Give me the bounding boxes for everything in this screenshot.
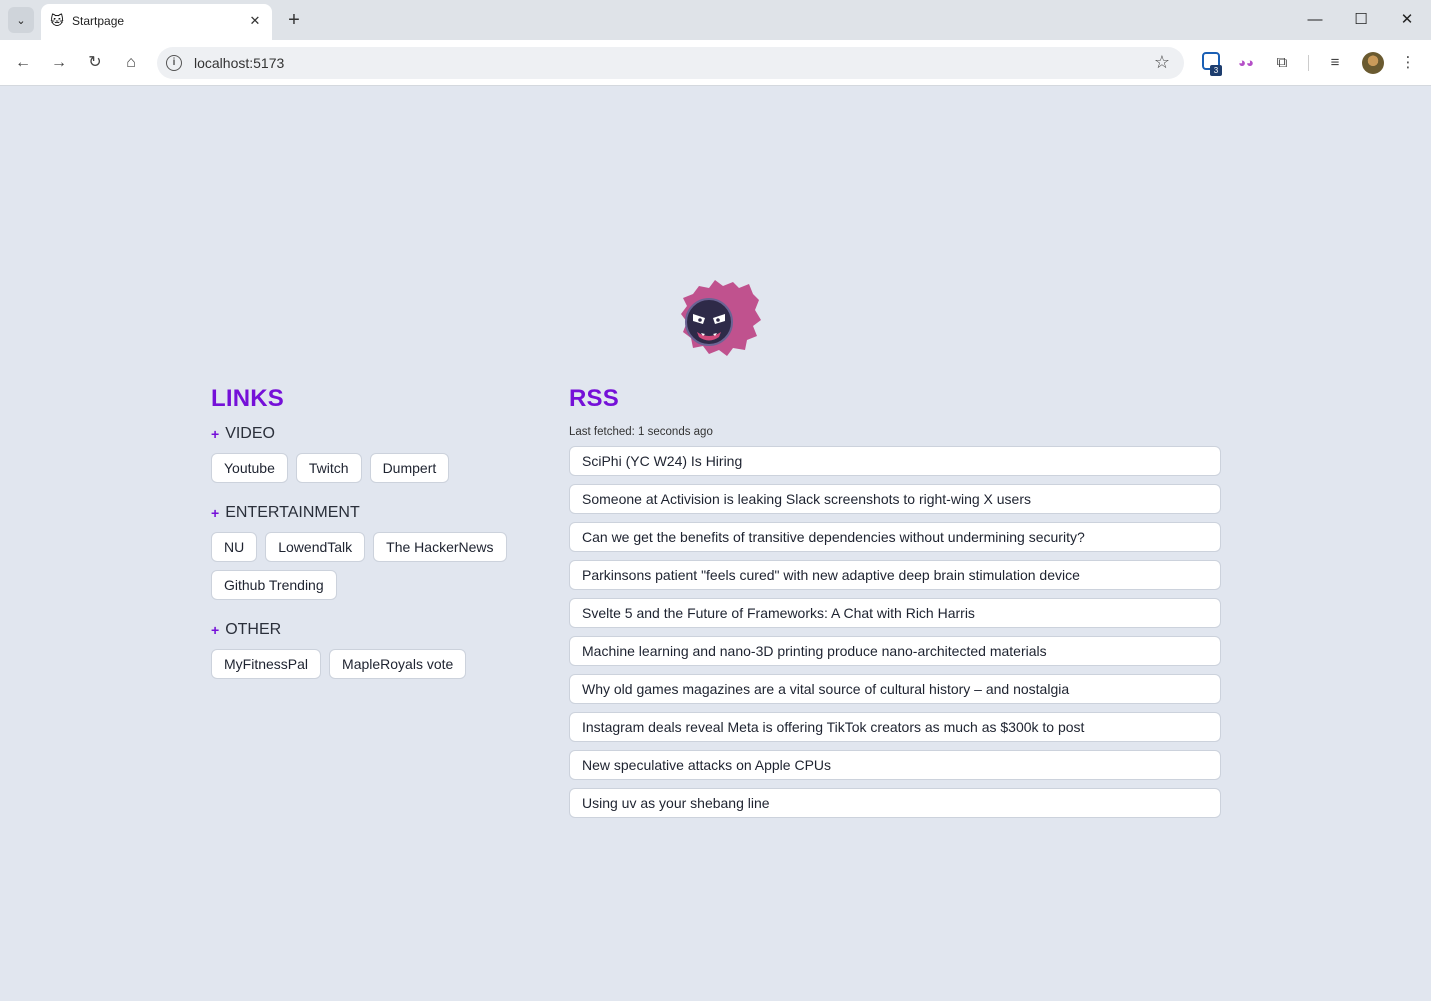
link-myfitnesspal[interactable]: MyFitnessPal (211, 649, 322, 679)
tab-search-button[interactable]: ⌄ (8, 7, 34, 33)
maximize-button[interactable]: ☐ (1349, 8, 1373, 32)
tab-strip: ⌄ 🐱 Startpage ✕ + — ☐ ✕ (0, 0, 1431, 40)
close-tab-icon[interactable]: ✕ (246, 12, 264, 30)
ghost-extension-icon[interactable]: ◕◕ (1234, 51, 1258, 75)
rss-item[interactable]: Machine learning and nano-3D printing pr… (569, 636, 1221, 666)
expand-plus-icon[interactable]: + (211, 505, 219, 521)
favicon-icon: 🐱 (50, 13, 64, 28)
ghost-mascot-icon (681, 280, 761, 356)
bookmark-star-icon[interactable]: ☆ (1154, 52, 1170, 73)
startpage: LINKS + VIDEO Youtube Twitch Dumpert + E… (1, 87, 1430, 1000)
rss-item[interactable]: Why old games magazines are a vital sour… (569, 674, 1221, 704)
link-mapleroyals-vote[interactable]: MapleRoyals vote (329, 649, 467, 679)
link-hackernews[interactable]: The HackerNews (373, 532, 507, 562)
profile-avatar[interactable] (1362, 52, 1384, 74)
browser-toolbar: ← → ↻ ⌂ i localhost:5173 ☆ 3 ◕◕ ⧉ ≡ ⋮ (0, 40, 1431, 86)
minimize-button[interactable]: — (1303, 8, 1327, 32)
link-nu[interactable]: NU (211, 532, 258, 562)
link-twitch[interactable]: Twitch (295, 453, 362, 483)
rss-list: SciPhi (YC W24) Is Hiring Someone at Act… (569, 446, 1221, 818)
expand-plus-icon[interactable]: + (211, 426, 219, 442)
links-section: LINKS + VIDEO Youtube Twitch Dumpert + E… (211, 385, 531, 701)
home-button[interactable]: ⌂ (119, 51, 143, 75)
tab-title: Startpage (72, 14, 125, 28)
site-info-icon[interactable]: i (166, 55, 182, 71)
group-entertainment[interactable]: + ENTERTAINMENT (211, 504, 531, 522)
extension-badge: 3 (1210, 65, 1222, 76)
group-other[interactable]: + OTHER (211, 621, 531, 639)
active-tab[interactable]: 🐱 Startpage ✕ (41, 4, 272, 40)
group-label: ENTERTAINMENT (225, 504, 360, 521)
address-bar[interactable]: i localhost:5173 ☆ (157, 47, 1184, 79)
media-controls-icon[interactable]: ≡ (1323, 51, 1347, 75)
new-tab-button[interactable]: + (284, 9, 304, 31)
link-chips: MyFitnessPal MapleRoyals vote (211, 649, 531, 679)
rss-section: RSS Last fetched: 1 seconds ago SciPhi (… (569, 385, 1221, 826)
url-text[interactable]: localhost:5173 (194, 55, 284, 71)
links-title: LINKS (211, 385, 284, 412)
rss-item[interactable]: New speculative attacks on Apple CPUs (569, 750, 1221, 780)
forward-button[interactable]: → (47, 51, 71, 75)
link-dumpert[interactable]: Dumpert (369, 453, 450, 483)
rss-title: RSS (569, 385, 619, 412)
rss-item[interactable]: SciPhi (YC W24) Is Hiring (569, 446, 1221, 476)
group-video[interactable]: + VIDEO (211, 425, 531, 443)
menu-kebab-icon[interactable]: ⋮ (1396, 51, 1420, 75)
rss-item[interactable]: Svelte 5 and the Future of Frameworks: A… (569, 598, 1221, 628)
link-github-trending[interactable]: Github Trending (211, 570, 337, 600)
link-youtube[interactable]: Youtube (211, 453, 288, 483)
close-window-button[interactable]: ✕ (1395, 8, 1419, 32)
rss-item[interactable]: Can we get the benefits of transitive de… (569, 522, 1221, 552)
link-lowendtalk[interactable]: LowendTalk (265, 532, 366, 562)
expand-plus-icon[interactable]: + (211, 622, 219, 638)
rss-item[interactable]: Parkinsons patient "feels cured" with ne… (569, 560, 1221, 590)
last-fetched-text: Last fetched: 1 seconds ago (569, 426, 713, 438)
back-button[interactable]: ← (11, 51, 35, 75)
rss-item[interactable]: Someone at Activision is leaking Slack s… (569, 484, 1221, 514)
rss-item[interactable]: Instagram deals reveal Meta is offering … (569, 712, 1221, 742)
link-chips: NU LowendTalk The HackerNews Github Tren… (211, 532, 531, 600)
reload-button[interactable]: ↻ (83, 51, 107, 75)
rss-item[interactable]: Using uv as your shebang line (569, 788, 1221, 818)
toolbar-divider (1308, 55, 1309, 71)
link-chips: Youtube Twitch Dumpert (211, 453, 531, 483)
group-label: VIDEO (225, 425, 275, 442)
group-label: OTHER (225, 621, 282, 638)
extensions-puzzle-icon[interactable]: ⧉ (1270, 51, 1294, 75)
